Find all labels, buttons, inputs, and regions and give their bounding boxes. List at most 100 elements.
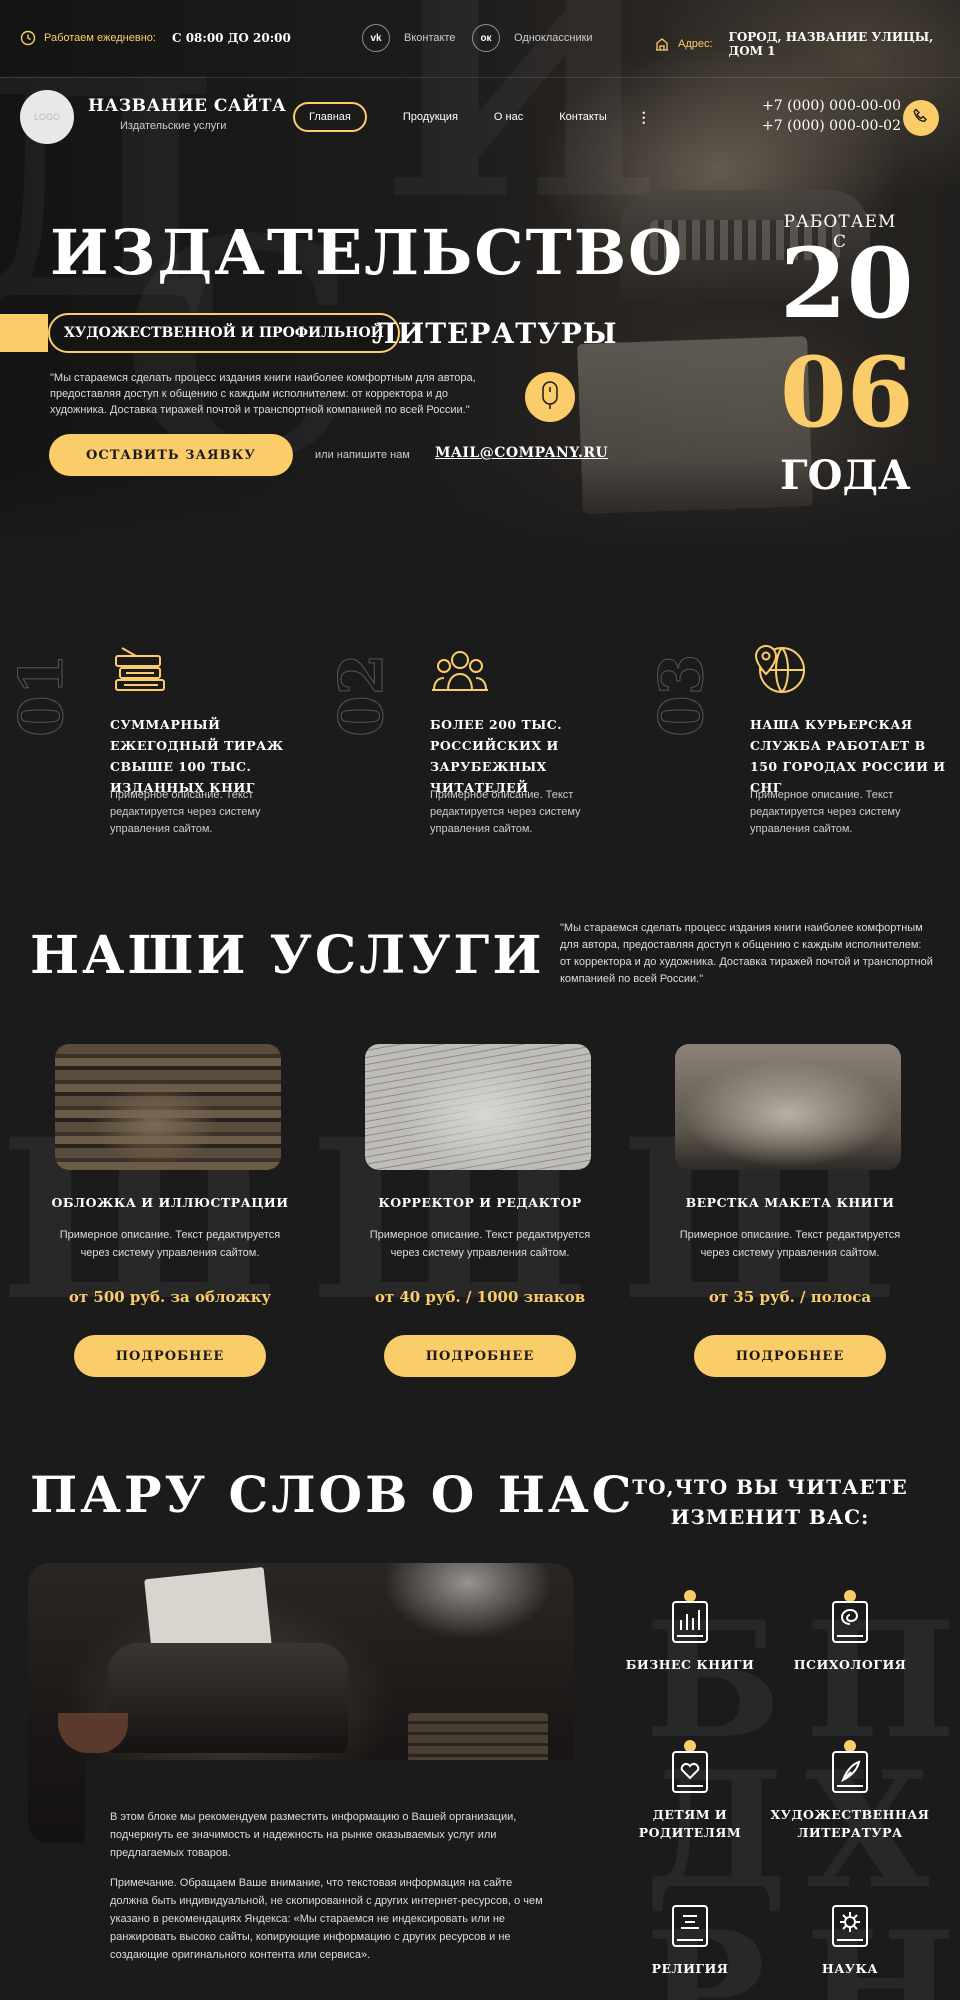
photo-typewriter: [108, 1643, 348, 1753]
business-book-icon: [667, 1590, 713, 1646]
logo[interactable]: LOGO: [20, 90, 74, 144]
write-to-label: или напишите нам: [315, 449, 410, 461]
hero-title: ИЗДАТЕЛЬСТВО: [50, 216, 685, 289]
odnoklassniki-icon: ок: [472, 24, 500, 52]
vk-label: Вконтакте: [404, 32, 456, 44]
details-button[interactable]: ПОДРОБНЕЕ: [74, 1335, 266, 1377]
genre-label: ДЕТЯМ И РОДИТЕЛЯМ: [638, 1807, 742, 1840]
stat-number: 03: [647, 653, 718, 738]
genre-item-religion[interactable]: Р РЕЛИГИЯ: [605, 1900, 775, 2000]
about-paragraph: В этом блоке мы рекомендуем разместить и…: [110, 1811, 517, 1859]
nav-item-home[interactable]: Главная: [293, 102, 367, 132]
service-card-price: от 500 руб. за обложку: [68, 1288, 272, 1306]
address-label: Адрес:: [678, 38, 713, 50]
hero-quote: "Мы стараемся сделать процесс издания кн…: [50, 372, 476, 416]
hero-title-2: ЛИТЕРАТУРЫ: [372, 317, 618, 350]
nav-item-contacts[interactable]: Контакты: [559, 111, 607, 123]
nav-more-icon[interactable]: ⋮: [637, 109, 651, 126]
genre-item-psychology[interactable]: П ПСИХОЛОГИЯ: [765, 1590, 956, 1760]
since-suffix: ГОДА: [780, 452, 911, 499]
science-book-icon: [827, 1900, 873, 1956]
genre-label: РЕЛИГИЯ: [651, 1961, 729, 1976]
since-year-top: 20: [780, 227, 914, 340]
family-book-icon: [667, 1740, 713, 1796]
mouse-icon: [540, 380, 560, 415]
site-subtitle: Издательские услуги: [120, 120, 227, 132]
genre-item-fiction[interactable]: Х ХУДОЖЕСТВЕННАЯ ЛИТЕРАТУРА: [765, 1740, 935, 1910]
open-book-image: [675, 1044, 901, 1170]
readers-group-icon: [430, 640, 490, 700]
stat-title: БОЛЕЕ 200 ТЫС. РОССИЙСКИХ И ЗАРУБЕЖНЫХ Ч…: [430, 717, 563, 795]
nav-item-about[interactable]: О нас: [494, 111, 523, 123]
vk-icon: vk: [362, 24, 390, 52]
page: Д С И Работаем ежедневно: С 08:00 ДО 20:…: [0, 0, 960, 2000]
service-card: Ш КОРРЕКТОР И РЕДАКТОР Примерное описани…: [310, 1040, 591, 1380]
stat-description: Примерное описание. Текст редактируется …: [110, 789, 261, 835]
service-card-price: от 35 руб. / полоса: [708, 1288, 872, 1306]
details-button[interactable]: ПОДРОБНЕЕ: [384, 1335, 576, 1377]
scroll-down-button[interactable]: [525, 372, 575, 422]
phone-2[interactable]: +7 (000) 000-00-02: [762, 116, 901, 136]
editor-writing-image: [365, 1044, 591, 1170]
service-card-price: от 40 руб. / 1000 знаков: [374, 1288, 586, 1306]
stat-item: 02 БОЛЕЕ 200 ТЫС. РОССИЙСКИХ И ЗАРУБЕЖНЫ…: [320, 640, 620, 840]
clock-icon: [20, 30, 36, 46]
service-card-description: Примерное описание. Текст редактируется …: [679, 1229, 901, 1259]
site-name: НАЗВАНИЕ САЙТА: [88, 96, 287, 116]
leave-request-button[interactable]: ОСТАВИТЬ ЗАЯВКУ: [49, 434, 293, 476]
hero-pill: ХУДОЖЕСТВЕННОЙ И ПРОФИЛЬНОЙ: [48, 313, 400, 353]
address: Адрес: ГОРОД, НАЗВАНИЕ УЛИЦЫ, ДОМ 1: [654, 30, 960, 58]
ok-label: Одноклассники: [514, 32, 593, 44]
genre-label: БИЗНЕС КНИГИ: [625, 1657, 755, 1672]
stat-title: СУММАРНЫЙ ЕЖЕГОДНЫЙ ТИРАЖ СВЫШЕ 100 ТЫС.…: [110, 717, 284, 795]
hero-section: Д С И Работаем ежедневно: С 08:00 ДО 20:…: [0, 0, 960, 560]
books-image: [55, 1044, 281, 1170]
ok-link[interactable]: ок Одноклассники: [472, 24, 593, 52]
logo-text: LOGO: [33, 112, 60, 122]
service-card-title: КОРРЕКТОР И РЕДАКТОР: [378, 1195, 582, 1210]
phone-1[interactable]: +7 (000) 000-00-00: [762, 96, 901, 116]
service-card-description: Примерное описание. Текст редактируется …: [369, 1229, 591, 1259]
service-card-title: ВЕРСТКА МАКЕТА КНИГИ: [685, 1195, 895, 1210]
work-hours-label: Работаем ежедневно:: [44, 32, 156, 44]
photo-books: [408, 1713, 548, 1763]
psychology-book-icon: [827, 1590, 873, 1646]
genre-label: ХУДОЖЕСТВЕННАЯ ЛИТЕРАТУРА: [770, 1807, 930, 1840]
services-title: НАШИ УСЛУГИ: [30, 925, 545, 986]
top-bar: Работаем ежедневно: С 08:00 ДО 20:00 vk …: [0, 0, 960, 78]
service-card: Ш ВЕРСТКА МАКЕТА КНИГИ Примерное описани…: [620, 1040, 901, 1380]
about-title: ПАРУ СЛОВ О НАС: [30, 1465, 635, 1524]
fiction-book-icon: [827, 1740, 873, 1796]
work-hours: Работаем ежедневно: С 08:00 ДО 20:00: [20, 30, 291, 46]
religion-book-icon: [667, 1900, 713, 1956]
stat-item: 01 СУММАРНЫЙ ЕЖЕГОДНЫЙ ТИРАЖ СВЫШЕ 100 Т…: [0, 640, 300, 840]
about-note: Примечание. Обращаем Ваше внимание, что …: [110, 1877, 543, 1961]
genre-label: ПСИХОЛОГИЯ: [793, 1657, 907, 1672]
globe-pin-icon: [750, 640, 810, 700]
address-value: ГОРОД, НАЗВАНИЕ УЛИЦЫ, ДОМ 1: [728, 30, 934, 58]
details-button[interactable]: ПОДРОБНЕЕ: [694, 1335, 886, 1377]
stat-title: НАША КУРЬЕРСКАЯ СЛУЖБА РАБОТАЕТ В 150 ГО…: [750, 717, 946, 795]
genre-item-business[interactable]: Б БИЗНЕС КНИГИ: [605, 1590, 782, 1760]
phones: +7 (000) 000-00-00 +7 (000) 000-00-02: [762, 96, 901, 136]
phone-icon: [912, 107, 930, 130]
genre-label: НАУКА: [821, 1961, 879, 1976]
building-icon: [654, 36, 670, 52]
nav-item-products[interactable]: Продукция: [403, 111, 458, 123]
stat-description: Примерное описание. Текст редактируется …: [750, 789, 901, 835]
main-nav: Главная Продукция О нас Контакты ⋮: [293, 102, 651, 132]
genre-item-science[interactable]: Н НАУКА: [765, 1900, 956, 2000]
vk-link[interactable]: vk Вконтакте: [362, 24, 455, 52]
email-link[interactable]: MAIL@COMPANY.RU: [435, 445, 608, 461]
genre-item-family[interactable]: Д ДЕТЯМ И РОДИТЕЛЯМ: [605, 1740, 787, 1910]
service-card-title: ОБЛОЖКА И ИЛЛЮСТРАЦИИ: [51, 1195, 289, 1210]
services-quote: "Мы стараемся сделать процесс издания кн…: [560, 922, 933, 985]
service-card: Ш ОБЛОЖКА И ИЛЛЮСТРАЦИИ Примерное описан…: [0, 1040, 288, 1380]
work-hours-value: С 08:00 ДО 20:00: [171, 31, 291, 45]
stat-item: 03 НАША КУРЬЕРСКАЯ СЛУЖБА РАБОТАЕТ В 150…: [640, 640, 945, 840]
stat-number: 02: [327, 653, 398, 738]
callback-button[interactable]: [903, 100, 939, 136]
hero-accent-strip: [0, 314, 48, 352]
service-card-description: Примерное описание. Текст редактируется …: [59, 1229, 281, 1259]
reading-title: ТО,ЧТО ВЫ ЧИТАЕТЕ ИЗМЕНИТ ВАС:: [632, 1475, 908, 1529]
